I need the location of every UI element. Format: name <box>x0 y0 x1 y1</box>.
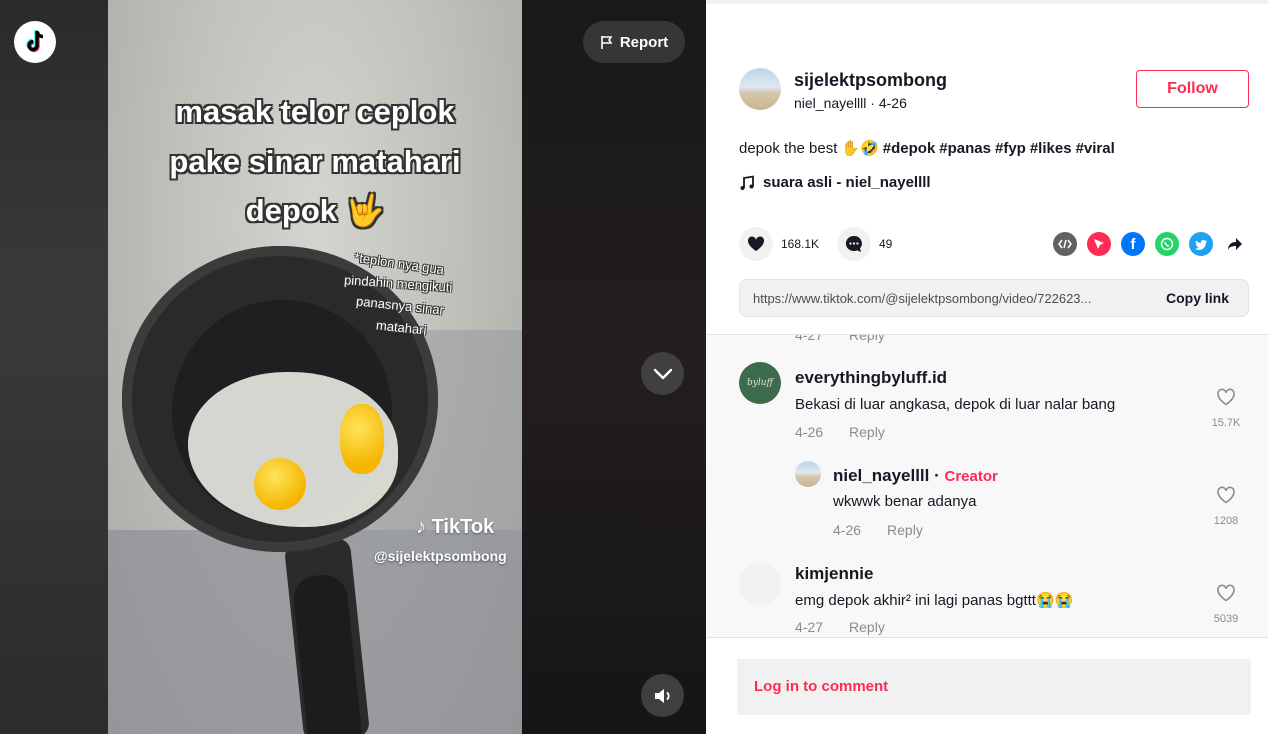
login-to-comment-bar[interactable]: Log in to comment <box>737 659 1251 715</box>
stage-background-left <box>0 0 108 734</box>
like-button[interactable] <box>739 227 773 261</box>
comment-meta: 4-27 Reply <box>795 619 885 635</box>
hashtag-depok[interactable]: #depok <box>883 140 936 157</box>
post-description: depok the best ✋🤣 #depok #panas #fyp #li… <box>739 139 1115 158</box>
twitter-icon[interactable] <box>1189 232 1213 256</box>
panel-top-border <box>706 0 1268 4</box>
comment-like-count: 15.7K <box>1211 417 1241 429</box>
watermark-brand-text: TikTok <box>431 516 495 538</box>
tiktok-note-icon: ♪ <box>416 516 426 538</box>
comment-text: emg depok akhir² ini lagi panas bgttt😭😭 <box>795 592 1074 609</box>
embed-icon[interactable] <box>1053 232 1077 256</box>
commenter-avatar[interactable]: byluff <box>739 362 781 404</box>
share-icons: f <box>1053 232 1247 256</box>
commenter-name[interactable]: kimjennie <box>795 564 873 584</box>
author-nickname: niel_nayellll <box>794 95 867 111</box>
commenter-name[interactable]: niel_nayellll <box>833 466 929 485</box>
comment-date: 4-27 <box>795 619 824 635</box>
reply-link[interactable]: Reply <box>849 335 885 343</box>
next-video-button[interactable] <box>641 352 684 395</box>
facebook-icon[interactable]: f <box>1121 232 1145 256</box>
comment-like[interactable]: 5039 <box>1206 584 1246 625</box>
comment-list[interactable]: 4-27 Reply byluff everythingbyluff.id Be… <box>706 335 1268 637</box>
partial-comment-meta: 4-27 Reply <box>795 335 885 343</box>
info-panel: sijelektpsombong niel_nayellll · 4-26 Fo… <box>706 0 1268 734</box>
comment-like-count: 1208 <box>1213 515 1239 527</box>
copy-link-box: https://www.tiktok.com/@sijelektpsombong… <box>739 279 1249 317</box>
hashtag-likes[interactable]: #likes <box>1030 140 1072 157</box>
reply-link[interactable]: Reply <box>849 424 885 440</box>
music-link[interactable]: suara asli - niel_nayellll <box>739 174 931 191</box>
comment-meta: 4-26 Reply <box>833 522 923 538</box>
music-note-icon <box>740 174 754 190</box>
creator-badge: Creator <box>944 468 998 485</box>
like-count: 168.1K <box>781 237 820 251</box>
heart-outline-icon[interactable] <box>1216 486 1236 504</box>
watermark-handle: @sijelektpsombong <box>374 548 507 564</box>
watermark-brand: ♪ TikTok <box>416 516 494 539</box>
comment-text: Bekasi di luar angkasa, depok di luar na… <box>795 396 1116 413</box>
tiktok-logo-icon[interactable] <box>14 21 56 63</box>
reply-link[interactable]: Reply <box>887 522 923 538</box>
video-caption-line: masak telor ceplok <box>175 94 455 129</box>
creator-avatar[interactable] <box>795 461 821 487</box>
comment-meta: 4-26 Reply <box>795 424 885 440</box>
separator-dot: · <box>870 95 879 111</box>
comment-text: wkwwk benar adanya <box>833 493 977 510</box>
music-title: suara asli - niel_nayellll <box>763 174 931 191</box>
copy-link-button[interactable]: Copy link <box>1166 290 1229 306</box>
comment-bubble-icon <box>845 235 862 252</box>
commenter-avatar[interactable] <box>739 563 781 605</box>
post-date: 4-26 <box>878 95 907 111</box>
login-to-comment-link[interactable]: Log in to comment <box>754 678 888 695</box>
separator-dot: · <box>929 466 945 485</box>
share-arrow-icon[interactable] <box>1223 232 1247 256</box>
heart-outline-icon[interactable] <box>1216 584 1236 602</box>
description-emojis: ✋🤣 <box>841 140 879 157</box>
comment-like-count: 5039 <box>1213 613 1239 625</box>
reply-author: niel_nayellll · Creator <box>833 466 998 486</box>
comment-like[interactable]: 15.7K <box>1206 388 1246 429</box>
chevron-down-icon <box>653 368 672 379</box>
egg-yolk <box>254 458 306 510</box>
reply-link[interactable]: Reply <box>849 619 885 635</box>
flag-icon <box>601 35 613 49</box>
hashtag-fyp[interactable]: #fyp <box>995 140 1026 157</box>
section-divider <box>706 637 1268 638</box>
avatar-text: byluff <box>747 378 773 388</box>
comment-date: 4-27 <box>795 335 824 343</box>
heart-outline-icon[interactable] <box>1216 388 1236 406</box>
description-text: depok the best <box>739 139 838 157</box>
commenter-name[interactable]: everythingbyluff.id <box>795 368 947 388</box>
volume-button[interactable] <box>641 674 684 717</box>
video-caption-line: depok 🤟 <box>245 193 385 228</box>
follow-button[interactable]: Follow <box>1136 70 1249 108</box>
author-username[interactable]: sijelektpsombong <box>794 70 947 91</box>
author-subline: niel_nayellll · 4-26 <box>794 95 907 111</box>
send-to-friends-icon[interactable] <box>1087 232 1111 256</box>
video-caption-line: pake sinar matahari <box>169 144 461 179</box>
comment-date: 4-26 <box>795 424 824 440</box>
video-player[interactable]: masak telor ceplok pake sinar matahari d… <box>108 0 522 734</box>
comment-date: 4-26 <box>833 522 862 538</box>
comment-action[interactable]: 49 <box>837 227 892 261</box>
report-button[interactable]: Report <box>583 21 685 63</box>
author-avatar[interactable] <box>739 68 781 110</box>
video-link-url[interactable]: https://www.tiktok.com/@sijelektpsombong… <box>753 291 1143 306</box>
video-stage: masak telor ceplok pake sinar matahari d… <box>0 0 706 734</box>
whatsapp-icon[interactable] <box>1155 232 1179 256</box>
egg-yolk <box>340 404 384 474</box>
like-action[interactable]: 168.1K <box>739 227 819 261</box>
comment-count: 49 <box>879 237 893 251</box>
hashtag-panas[interactable]: #panas <box>939 140 991 157</box>
heart-icon <box>747 236 765 251</box>
speaker-icon <box>654 688 670 703</box>
comment-button[interactable] <box>837 227 871 261</box>
report-label: Report <box>619 33 669 51</box>
hashtag-viral[interactable]: #viral <box>1076 140 1115 157</box>
comment-like[interactable]: 1208 <box>1206 486 1246 527</box>
